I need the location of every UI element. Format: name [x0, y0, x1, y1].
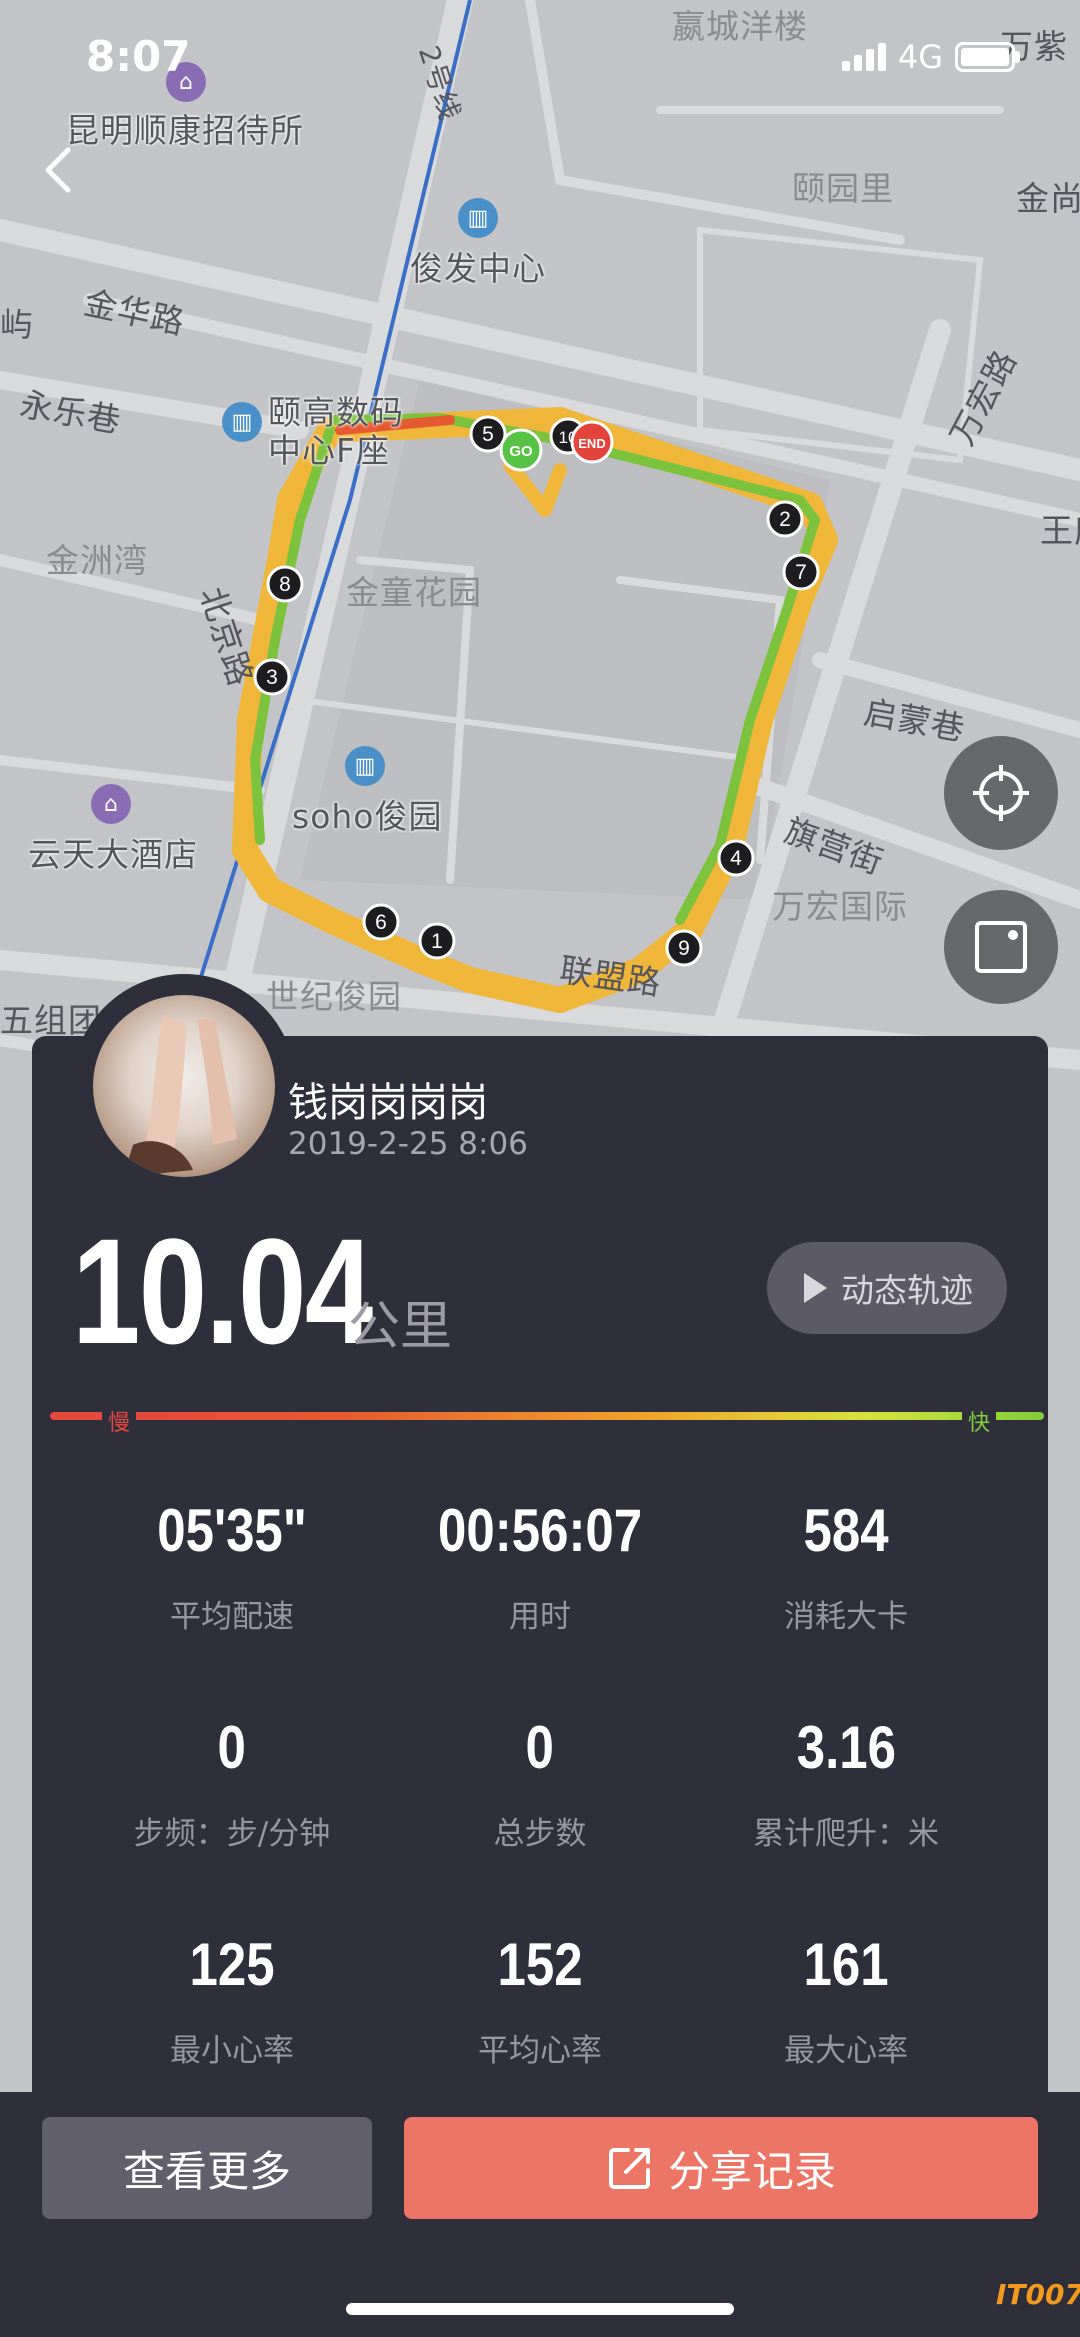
- stat-value: 584: [803, 1497, 889, 1564]
- stat-avg-pace: 05'35" 平均配速: [82, 1496, 382, 1636]
- stat-label: 累计爬升：米: [753, 1816, 939, 1852]
- chevron-left-icon: [45, 147, 71, 193]
- svg-text:9: 9: [678, 937, 690, 960]
- stat-calories: 584 消耗大卡: [696, 1496, 996, 1636]
- stat-value: 161: [803, 1931, 889, 1998]
- stat-value: 00:56:07: [437, 1497, 643, 1564]
- km-marker: 3: [253, 658, 291, 696]
- svg-text:4: 4: [730, 847, 742, 870]
- stat-label: 最小心率: [170, 2033, 294, 2069]
- svg-text:GO: GO: [509, 443, 533, 460]
- stat-label: 总步数: [493, 1816, 587, 1852]
- km-marker: 7: [782, 553, 820, 591]
- locate-button[interactable]: [944, 736, 1058, 850]
- replay-track-button[interactable]: 动态轨迹: [767, 1242, 1007, 1334]
- stat-cadence: 0 步频：步/分钟: [82, 1713, 382, 1853]
- network-type: 4G: [897, 38, 943, 76]
- distance-unit: 公里: [348, 1297, 453, 1357]
- view-more-button[interactable]: 查看更多: [42, 2117, 372, 2219]
- stat-value: 125: [189, 1931, 275, 1998]
- stat-label: 平均心率: [478, 2033, 602, 2069]
- replay-track-label: 动态轨迹: [841, 1271, 973, 1310]
- stat-label: 平均配速: [170, 1599, 294, 1635]
- status-time: 8:07: [86, 32, 191, 81]
- svg-text:END: END: [578, 436, 605, 451]
- run-summary-card: 钱岗岗岗岗 2019-2-25 8:06 10.04 公里 动态轨迹 慢 快 0…: [32, 974, 1048, 2096]
- svg-text:7: 7: [795, 561, 807, 584]
- svg-text:8: 8: [279, 573, 291, 596]
- svg-text:6: 6: [375, 911, 387, 934]
- km-marker: 8: [266, 565, 304, 603]
- stat-elevation-gain: 3.16 累计爬升：米: [696, 1713, 996, 1853]
- stat-value: 0: [217, 1714, 247, 1781]
- bottom-action-bar: 查看更多 分享记录 IT007: [0, 2092, 1080, 2337]
- share-record-label: 分享记录: [667, 2146, 836, 2196]
- stat-duration: 00:56:07 用时: [390, 1496, 690, 1636]
- stat-total-steps: 0 总步数: [390, 1713, 690, 1853]
- home-indicator: [346, 2303, 734, 2315]
- stat-label: 用时: [509, 1599, 571, 1635]
- avatar[interactable]: [72, 974, 296, 1198]
- stat-value: 05'35": [157, 1497, 307, 1564]
- svg-text:1: 1: [431, 930, 443, 953]
- watermark: IT007: [996, 2278, 1080, 2311]
- battery-icon: [955, 42, 1020, 72]
- km-marker: 9: [665, 929, 703, 967]
- status-indicators: 4G: [841, 38, 1020, 76]
- share-record-button[interactable]: 分享记录: [404, 2117, 1038, 2219]
- svg-text:3: 3: [266, 666, 278, 689]
- avatar-image: [93, 995, 275, 1177]
- slow-label: 慢: [102, 1405, 137, 1437]
- stat-value: 0: [525, 1714, 555, 1781]
- svg-text:2: 2: [779, 508, 791, 531]
- km-marker: 4: [717, 839, 755, 877]
- stat-label: 步频：步/分钟: [133, 1816, 331, 1852]
- pace-legend: 慢 快: [50, 1403, 1044, 1437]
- back-button[interactable]: [28, 140, 88, 200]
- route-markers: 1 2 3 4 5 6 7 8 9 10 GO END: [253, 415, 820, 967]
- fast-label: 快: [962, 1405, 997, 1437]
- distance-value: 10.04: [72, 1207, 373, 1375]
- crosshair-icon: [973, 765, 1029, 821]
- play-icon: [804, 1273, 827, 1303]
- go-marker: GO: [499, 428, 543, 472]
- run-date: 2019-2-25 8:06: [288, 1126, 528, 1162]
- user-name: 钱岗岗岗岗: [288, 1080, 488, 1126]
- km-marker: 1: [418, 922, 456, 960]
- share-icon: [608, 2148, 650, 2189]
- km-marker: 2: [766, 500, 804, 538]
- svg-text:5: 5: [482, 423, 494, 446]
- km-marker: 6: [362, 903, 400, 941]
- stat-avg-heart-rate: 152 平均心率: [390, 1930, 690, 2070]
- stat-value: 152: [497, 1931, 583, 1998]
- signal-icon: [841, 43, 886, 71]
- stat-min-heart-rate: 125 最小心率: [82, 1930, 382, 2070]
- square-icon: [975, 921, 1027, 973]
- end-marker: END: [570, 420, 614, 464]
- stat-label: 消耗大卡: [784, 1599, 908, 1635]
- stat-value: 3.16: [796, 1714, 896, 1781]
- stat-label: 最大心率: [784, 2033, 908, 2069]
- map-layer-button[interactable]: [944, 890, 1058, 1004]
- stat-max-heart-rate: 161 最大心率: [696, 1930, 996, 2070]
